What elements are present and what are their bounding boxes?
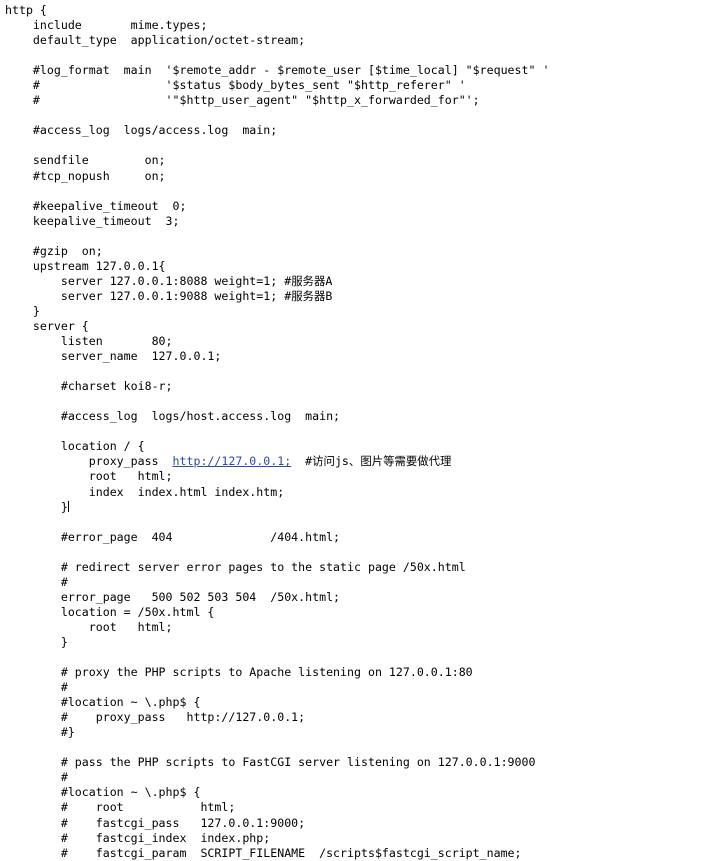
code-line[interactable]: location = /50x.html {	[5, 605, 549, 620]
url-link[interactable]: http://127.0.0.1;	[173, 454, 292, 468]
code-line[interactable]: include mime.types;	[5, 18, 549, 33]
code-line[interactable]	[5, 229, 549, 244]
cjk-comment-text: 访问	[312, 454, 335, 469]
code-line[interactable]: # '"$http_user_agent" "$http_x_forwarded…	[5, 93, 549, 108]
code-line[interactable]	[5, 394, 549, 409]
code-line[interactable]: }	[5, 304, 549, 319]
code-line[interactable]: #access_log logs/host.access.log main;	[5, 409, 549, 424]
code-line[interactable]: # redirect server error pages to the sta…	[5, 560, 549, 575]
code-line[interactable]: # fastcgi_pass 127.0.0.1:9000;	[5, 816, 549, 831]
code-line[interactable]: proxy_pass http://127.0.0.1; #访问js、图片等需要…	[5, 454, 549, 469]
code-line[interactable]: # pass the PHP scripts to FastCGI server…	[5, 755, 549, 770]
code-line[interactable]: #error_page 404 /404.html;	[5, 530, 549, 545]
code-line[interactable]: #location ~ \.php$ {	[5, 695, 549, 710]
code-line[interactable]: #}	[5, 725, 549, 740]
code-line[interactable]	[5, 184, 549, 199]
code-line[interactable]: #keepalive_timeout 0;	[5, 199, 549, 214]
code-line[interactable]	[5, 48, 549, 63]
code-line[interactable]	[5, 138, 549, 153]
code-line[interactable]	[5, 650, 549, 665]
code-line[interactable]: default_type application/octet-stream;	[5, 33, 549, 48]
code-line[interactable]: #tcp_nopush on;	[5, 169, 549, 184]
code-line[interactable]: }	[5, 500, 549, 515]
code-line[interactable]	[5, 740, 549, 755]
cjk-comment-text: 服务器	[291, 288, 326, 303]
code-line[interactable]: #gzip on;	[5, 244, 549, 259]
code-line[interactable]: http {	[5, 3, 549, 18]
code-line[interactable]: #	[5, 770, 549, 785]
text-cursor-caret	[67, 500, 69, 512]
code-line[interactable]: }	[5, 635, 549, 650]
code-line[interactable]: listen 80;	[5, 334, 549, 349]
code-line[interactable]: sendfile on;	[5, 153, 549, 168]
code-line[interactable]	[5, 545, 549, 560]
cjk-comment-text: 、图片等需要做代理	[348, 454, 452, 469]
config-file-editor[interactable]: http { include mime.types; default_type …	[0, 0, 706, 860]
code-line[interactable]: # proxy_pass http://127.0.0.1;	[5, 710, 549, 725]
code-line[interactable]: location / {	[5, 439, 549, 454]
code-line[interactable]: upstream 127.0.0.1{	[5, 259, 549, 274]
code-line[interactable]	[5, 424, 549, 439]
code-line[interactable]: #log_format main '$remote_addr - $remote…	[5, 63, 550, 78]
code-line[interactable]: index index.html index.htm;	[5, 485, 549, 500]
code-line[interactable]: #	[5, 575, 549, 590]
code-line[interactable]: #charset koi8-r;	[5, 379, 549, 394]
code-line[interactable]: # fastcgi_index index.php;	[5, 831, 549, 846]
code-line[interactable]: # proxy the PHP scripts to Apache listen…	[5, 665, 549, 680]
code-line[interactable]: server_name 127.0.0.1;	[5, 349, 549, 364]
code-line[interactable]: server 127.0.0.1:8088 weight=1; #服务器A	[5, 274, 549, 289]
cjk-comment-text: 服务器	[291, 273, 326, 288]
code-line[interactable]: keepalive_timeout 3;	[5, 214, 549, 229]
code-line[interactable]: root html;	[5, 620, 549, 635]
code-line[interactable]	[5, 364, 549, 379]
code-line[interactable]	[5, 108, 549, 123]
code-line[interactable]: #access_log logs/access.log main;	[5, 123, 549, 138]
code-line[interactable]: root html;	[5, 469, 549, 484]
code-line[interactable]: server 127.0.0.1:9088 weight=1; #服务器B	[5, 289, 549, 304]
code-line[interactable]: # '$status $body_bytes_sent "$http_refer…	[5, 78, 549, 93]
code-line[interactable]: #location ~ \.php$ {	[5, 785, 549, 800]
code-line[interactable]: # root html;	[5, 800, 549, 815]
code-line[interactable]	[5, 515, 549, 530]
code-line[interactable]: #	[5, 680, 549, 695]
code-line[interactable]: server {	[5, 319, 549, 334]
code-line[interactable]: error_page 500 502 503 504 /50x.html;	[5, 590, 549, 605]
config-source-code[interactable]: http { include mime.types; default_type …	[5, 3, 549, 861]
code-line[interactable]: # fastcgi_param SCRIPT_FILENAME /scripts…	[5, 846, 549, 861]
